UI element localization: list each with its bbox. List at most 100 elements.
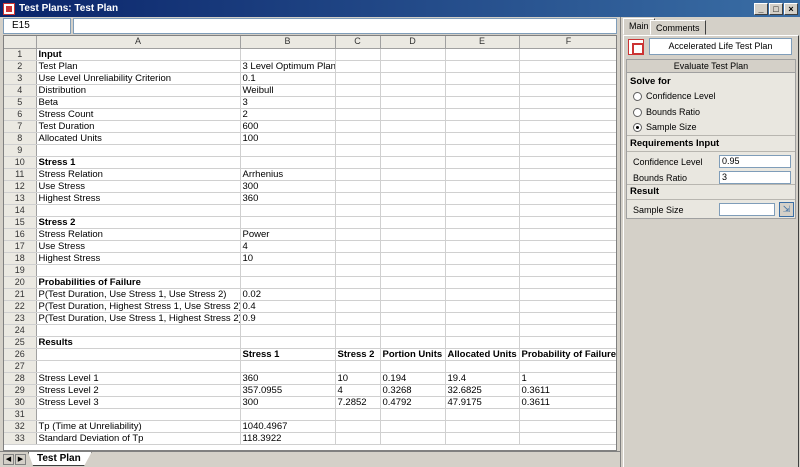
cell-e[interactable]: 47.9175 [445, 396, 520, 409]
cell-b[interactable]: Power [240, 228, 336, 241]
cell-a[interactable]: Test Duration [36, 120, 241, 133]
cell-e[interactable] [445, 48, 520, 61]
cell-e[interactable] [445, 108, 520, 121]
cell-b[interactable]: 4 [240, 240, 336, 253]
cell-f[interactable] [519, 120, 616, 133]
cell-b[interactable] [240, 144, 336, 157]
row-header[interactable]: 15 [4, 216, 37, 229]
sheet-tab-test-plan[interactable]: Test Plan [28, 452, 92, 466]
cell-c[interactable] [335, 204, 381, 217]
cell-d[interactable] [380, 48, 446, 61]
row-header[interactable]: 24 [4, 324, 37, 337]
row-header[interactable]: 4 [4, 84, 37, 97]
cell-d[interactable] [380, 240, 446, 253]
cell-a[interactable]: P(Test Duration, Use Stress 1, Use Stres… [36, 288, 241, 301]
cell-c[interactable] [335, 192, 381, 205]
cell-d[interactable] [380, 408, 446, 421]
cell-d[interactable] [380, 180, 446, 193]
cell-e[interactable] [445, 72, 520, 85]
cell-f[interactable] [519, 156, 616, 169]
cell-a[interactable] [36, 348, 241, 361]
cell-b[interactable] [240, 216, 336, 229]
row-header[interactable]: 1 [4, 48, 37, 61]
cell-e[interactable]: Allocated Units [445, 348, 520, 361]
cell-e[interactable] [445, 420, 520, 433]
cell-b[interactable] [240, 264, 336, 277]
cell-e[interactable] [445, 300, 520, 313]
row-header[interactable]: 27 [4, 360, 37, 373]
cell-b[interactable] [240, 48, 336, 61]
cell-c[interactable] [335, 288, 381, 301]
calculate-icon[interactable]: ⇲ [779, 202, 794, 217]
cell-d[interactable] [380, 192, 446, 205]
cell-f[interactable] [519, 276, 616, 289]
cell-c[interactable] [335, 72, 381, 85]
cell-f[interactable] [519, 288, 616, 301]
cell-c[interactable] [335, 408, 381, 421]
radio-sample-size[interactable]: Sample Size [633, 122, 697, 132]
row-header[interactable]: 25 [4, 336, 37, 349]
cell-f[interactable] [519, 60, 616, 73]
cell-e[interactable] [445, 360, 520, 373]
column-header[interactable]: A [36, 36, 241, 49]
row-header[interactable]: 12 [4, 180, 37, 193]
row-header[interactable]: 3 [4, 72, 37, 85]
cell-f[interactable] [519, 264, 616, 277]
cell-f[interactable] [519, 324, 616, 337]
column-header[interactable]: D [380, 36, 446, 49]
cell-e[interactable] [445, 84, 520, 97]
cell-d[interactable] [380, 60, 446, 73]
select-all-corner[interactable] [4, 36, 37, 49]
cell-e[interactable] [445, 312, 520, 325]
cell-f[interactable] [519, 132, 616, 145]
cell-c[interactable] [335, 108, 381, 121]
cell-e[interactable] [445, 156, 520, 169]
cell-a[interactable]: Probabilities of Failure [36, 276, 241, 289]
cell-c[interactable] [335, 144, 381, 157]
maximize-button[interactable]: □ [769, 2, 783, 15]
cell-b[interactable]: 0.4 [240, 300, 336, 313]
cell-f[interactable] [519, 108, 616, 121]
row-header[interactable]: 5 [4, 96, 37, 109]
cell-c[interactable] [335, 276, 381, 289]
cell-e[interactable] [445, 180, 520, 193]
cell-c[interactable] [335, 48, 381, 61]
cell-b[interactable]: Weibull [240, 84, 336, 97]
cell-c[interactable] [335, 252, 381, 265]
cell-f[interactable] [519, 84, 616, 97]
cell-b[interactable] [240, 204, 336, 217]
cell-c[interactable] [335, 132, 381, 145]
cell-b[interactable]: Arrhenius [240, 168, 336, 181]
cell-b[interactable] [240, 408, 336, 421]
cell-f[interactable] [519, 72, 616, 85]
cell-a[interactable] [36, 408, 241, 421]
cell-e[interactable] [445, 336, 520, 349]
cell-c[interactable] [335, 84, 381, 97]
cell-e[interactable] [445, 240, 520, 253]
cell-c[interactable]: Stress 2 [335, 348, 381, 361]
cell-b[interactable]: 3 Level Optimum Plan [240, 60, 336, 73]
tab-scroll-right-icon[interactable]: ▶ [15, 454, 26, 465]
column-header[interactable]: B [240, 36, 336, 49]
cell-b[interactable]: 600 [240, 120, 336, 133]
cell-b[interactable] [240, 156, 336, 169]
cell-f[interactable]: 0.3611 [519, 384, 616, 397]
cell-e[interactable] [445, 408, 520, 421]
cell-d[interactable] [380, 312, 446, 325]
cell-d[interactable] [380, 72, 446, 85]
cell-b[interactable]: 100 [240, 132, 336, 145]
cell-a[interactable]: Beta [36, 96, 241, 109]
cell-b[interactable]: 118.3922 [240, 432, 336, 445]
radio-bounds-ratio[interactable]: Bounds Ratio [633, 107, 700, 117]
cell-a[interactable] [36, 264, 241, 277]
cell-e[interactable]: 32.6825 [445, 384, 520, 397]
cell-f[interactable] [519, 300, 616, 313]
cell-e[interactable] [445, 432, 520, 445]
cell-b[interactable]: 0.9 [240, 312, 336, 325]
cell-c[interactable] [335, 60, 381, 73]
cell-c[interactable]: 4 [335, 384, 381, 397]
name-box[interactable]: E15 [3, 18, 71, 34]
cell-a[interactable]: P(Test Duration, Use Stress 1, Highest S… [36, 312, 241, 325]
cell-f[interactable] [519, 432, 616, 445]
radio-confidence-level[interactable]: Confidence Level [633, 91, 716, 101]
